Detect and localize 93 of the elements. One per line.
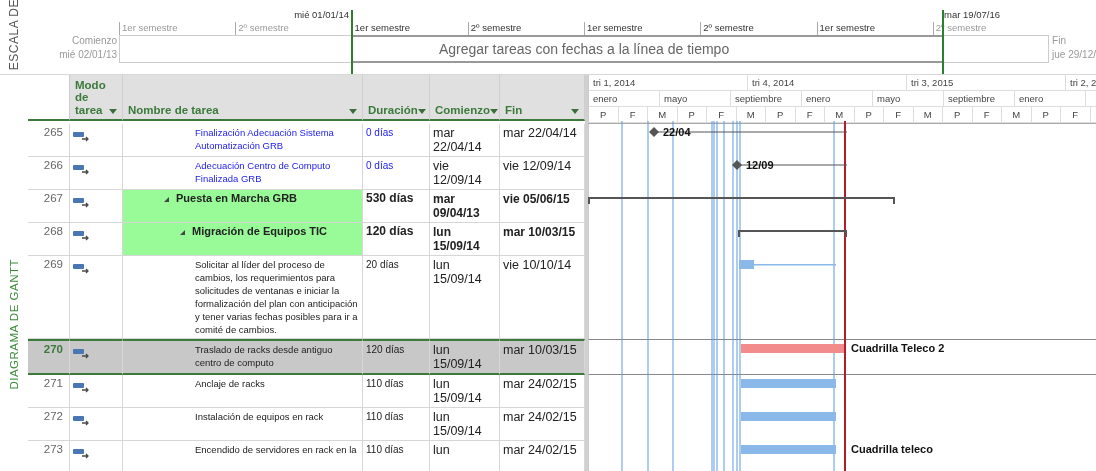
- duration-cell: 0 días: [363, 157, 430, 190]
- finish-date-cell: mar 24/02/15: [500, 408, 585, 441]
- row-number: 270: [28, 339, 70, 375]
- task-name: Solicitar al líder del proceso de cambios, los requerimientos para solicitudes de ventanas e iniciar la formalización del plan con anticipación y tener varias fechas posibles para ir a comité de cambios.: [195, 258, 359, 336]
- start-date-cell: vie 12/09/14: [430, 157, 500, 190]
- duration-cell: 0 días: [363, 124, 430, 157]
- start-label: Comienzo: [72, 35, 118, 46]
- duration-cell: 120 días: [363, 339, 430, 375]
- task-name: Puesta en Marcha GRB: [176, 192, 298, 205]
- timescale-label: tri 2, 2: [1066, 75, 1096, 90]
- row-number: 266: [28, 157, 70, 190]
- column-header[interactable]: Duración: [363, 75, 430, 121]
- timescale-label: septiembre: [944, 91, 1015, 106]
- timescale-label: P: [766, 107, 796, 122]
- column-header[interactable]: Modo de tarea: [70, 75, 123, 121]
- timescale-label: F: [707, 107, 737, 122]
- bar-label: Cuadrilla teleco: [851, 443, 933, 455]
- start-date-cell: mar 09/04/13: [430, 190, 500, 223]
- task-name: Anclaje de racks: [195, 377, 266, 390]
- finish-date: jue 29/12/: [1052, 49, 1096, 60]
- timescale-label: M: [648, 107, 678, 122]
- start-date-cell: mar 22/04/14: [430, 124, 500, 157]
- timescale-label: mayo: [660, 91, 731, 106]
- timeline-hint: Agregar tareas con fechas a la línea de tiempo: [438, 41, 730, 57]
- column-header[interactable]: Nombre de tarea: [123, 75, 363, 121]
- row-number: 268: [28, 223, 70, 256]
- timescale-label: mayo: [873, 91, 944, 106]
- finish-date-cell: mar 22/04/14: [500, 124, 585, 157]
- timescale-tick: 1er semestre: [119, 22, 236, 35]
- start-date-cell: lun: [430, 441, 500, 471]
- start-date-cell: lun 15/09/14: [430, 408, 500, 441]
- finish-date-cell: mar 10/03/15: [500, 223, 585, 256]
- start-date-cell: lun 15/09/14: [430, 223, 500, 256]
- task-name: Instalación de equipos en rack: [195, 410, 325, 423]
- timescale-label: M: [1002, 107, 1032, 122]
- task-name: Migración de Equipos TIC: [192, 225, 328, 238]
- finish-date-cell: mar 24/02/15: [500, 375, 585, 408]
- timescale-label: P: [589, 107, 619, 122]
- timescale-tick: 1er semestre: [584, 22, 701, 35]
- finish-label: Fin: [1052, 35, 1067, 46]
- date-marker-label: mar 19/07/16: [944, 9, 1001, 20]
- start-date-cell: lun 15/09/14: [430, 256, 500, 339]
- timescale-label: F: [884, 107, 914, 122]
- row-number: 267: [28, 190, 70, 223]
- timescale-label: F: [618, 107, 648, 122]
- timescale-label: P: [854, 107, 884, 122]
- duration-cell: 120 días: [363, 223, 430, 256]
- timescale-tick: 1er semestre: [816, 22, 933, 35]
- timescale-label: enero: [589, 91, 660, 106]
- start-date-cell: lun 15/09/14: [430, 339, 500, 375]
- timescale-label: F: [795, 107, 825, 122]
- timescale-label: P: [1031, 107, 1061, 122]
- finish-date-cell: mar 24/02/15: [500, 441, 585, 471]
- timescale-label: tri 1, 2014: [589, 75, 748, 90]
- task-name: Adecuación Centro de Computo Finalizada GRB: [195, 159, 332, 185]
- timescale-tick: 2º semestre: [700, 22, 817, 35]
- task-name: Finalización Adecuación Sistema Automatización GRB: [195, 126, 335, 152]
- view-label: DIAGRAMA DE GANTT: [8, 259, 20, 390]
- timescale-label: tri 3, 2015: [907, 75, 1066, 90]
- timescale-label: enero: [1015, 91, 1086, 106]
- date-marker-label: mié 01/01/14: [293, 9, 350, 20]
- column-header[interactable]: Fin: [500, 75, 585, 121]
- row-number: 269: [28, 256, 70, 339]
- column-header[interactable]: Comienzo: [430, 75, 500, 121]
- bar-label: 12/09: [746, 159, 774, 171]
- duration-cell: 110 días: [363, 441, 430, 471]
- finish-date-cell: vie 05/06/15: [500, 190, 585, 223]
- timescale-tick: 2º semestre: [467, 22, 585, 35]
- row-number: 265: [28, 124, 70, 157]
- start-date: mié 02/01/13: [59, 49, 118, 60]
- timescale-label: tri 4, 2014: [748, 75, 907, 90]
- finish-date-cell: vie 10/10/14: [500, 256, 585, 339]
- timescale-label: F: [1061, 107, 1091, 122]
- duration-cell: 20 días: [363, 256, 430, 339]
- timescale-label: enero: [802, 91, 873, 106]
- bar-label: 22/04: [663, 126, 691, 138]
- start-date-cell: lun 15/09/14: [430, 375, 500, 408]
- bar-label: Cuadrilla Teleco 2: [851, 342, 945, 354]
- timescale-label: F: [972, 107, 1002, 122]
- task-name: Encendido de servidores en rack en la: [195, 443, 358, 456]
- finish-date-cell: vie 12/09/14: [500, 157, 585, 190]
- duration-cell: 110 días: [363, 375, 430, 408]
- finish-date-cell: mar 10/03/15: [500, 339, 585, 375]
- row-number: 271: [28, 375, 70, 408]
- timescale-label: P: [677, 107, 707, 122]
- timescale-label: M: [913, 107, 943, 122]
- task-name: Traslado de racks desde antiguo centro de computo: [195, 343, 334, 369]
- row-number: 272: [28, 408, 70, 441]
- duration-cell: 530 días: [363, 190, 430, 223]
- timescale-label: P: [943, 107, 973, 122]
- timescale-label: M: [736, 107, 766, 122]
- duration-cell: 110 días: [363, 408, 430, 441]
- timescale-label: septiembre: [731, 91, 802, 106]
